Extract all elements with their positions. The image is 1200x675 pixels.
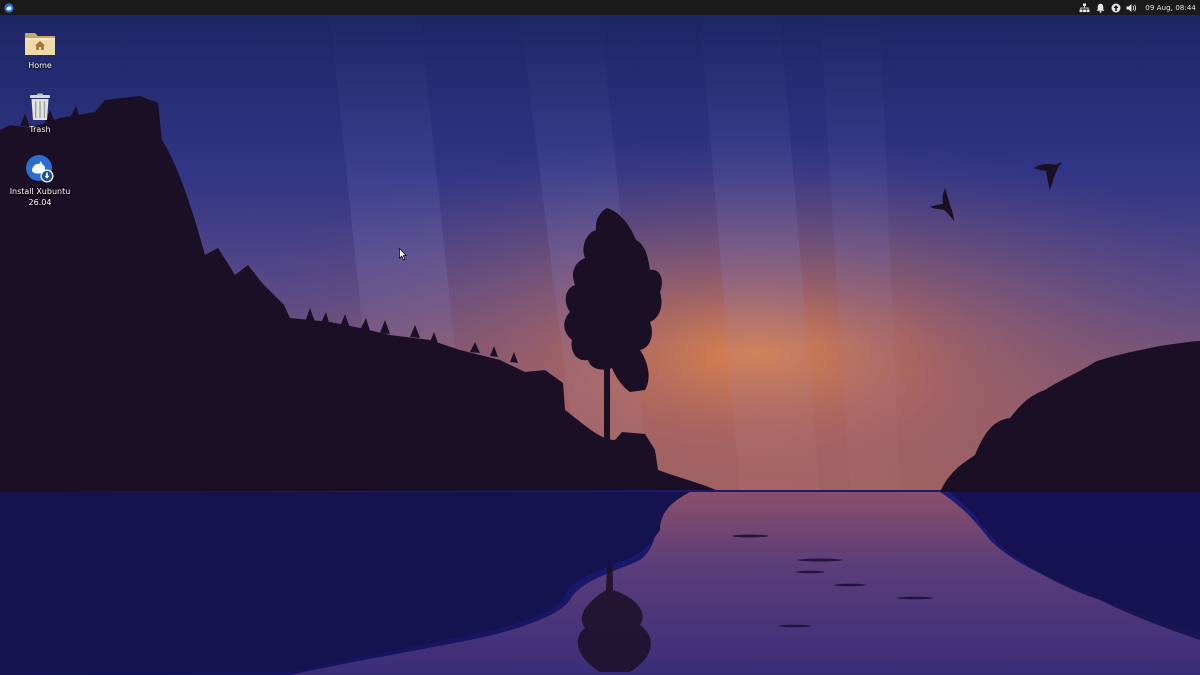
desktop-wallpaper xyxy=(0,0,1200,675)
desktop-icon-home[interactable]: Home xyxy=(9,28,71,71)
network-icon[interactable] xyxy=(1077,1,1091,15)
desktop-icon-install-xubuntu[interactable]: Install Xubuntu 26.04 xyxy=(9,154,71,208)
home-folder-icon xyxy=(24,28,56,58)
desktop-icon-label: Home xyxy=(28,61,52,70)
volume-icon[interactable] xyxy=(1125,1,1139,15)
installer-icon xyxy=(24,154,56,184)
panel-clock[interactable]: 09 Aug, 08:44 xyxy=(1145,4,1196,12)
mouse-pointer-icon xyxy=(399,248,407,261)
notification-bell-icon[interactable] xyxy=(1093,1,1107,15)
desktop-icon-trash[interactable]: Trash xyxy=(9,92,71,135)
top-panel: 09 Aug, 08:44 xyxy=(0,0,1200,16)
xubuntu-logo-icon[interactable] xyxy=(2,1,16,15)
trash-icon xyxy=(24,92,56,122)
system-tray: 09 Aug, 08:44 xyxy=(1076,0,1200,16)
desktop-icon-label: Trash xyxy=(29,125,51,134)
update-icon[interactable] xyxy=(1109,1,1123,15)
desktop-icon-label: Install Xubuntu 26.04 xyxy=(9,187,71,207)
